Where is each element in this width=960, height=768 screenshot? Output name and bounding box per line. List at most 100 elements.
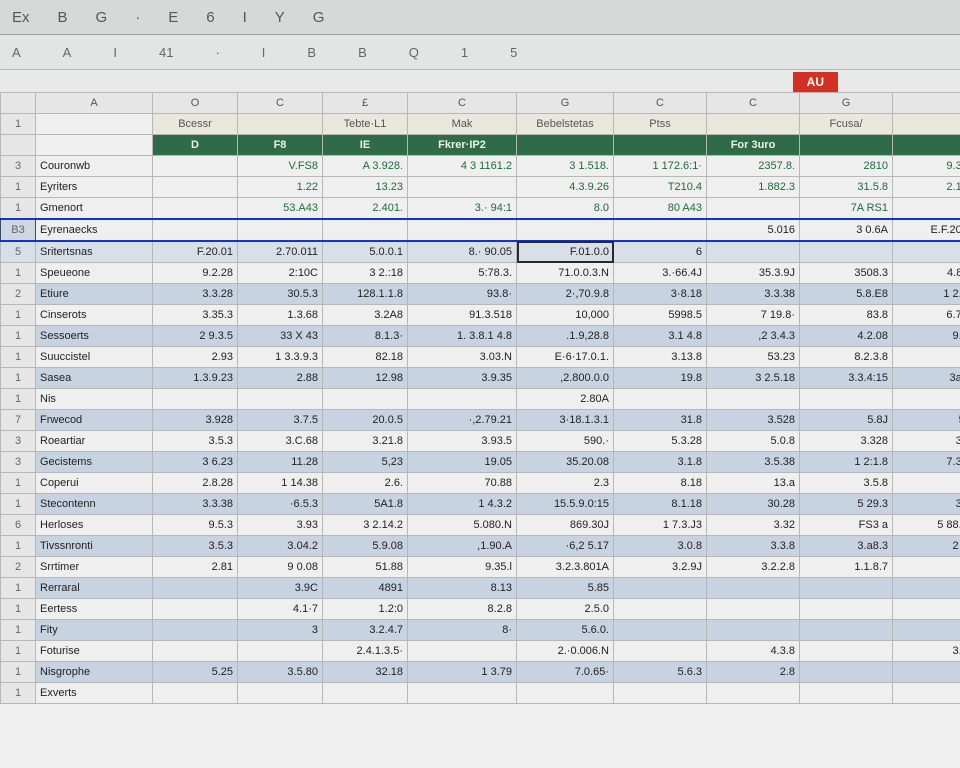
cell[interactable] — [153, 389, 238, 410]
cell[interactable]: 3 — [238, 620, 323, 641]
cell[interactable]: 3.3.38 — [153, 494, 238, 515]
cell[interactable]: 82.18 — [323, 347, 408, 368]
cell[interactable]: 5.080.N — [408, 515, 517, 536]
cell[interactable] — [707, 198, 800, 220]
table-row[interactable]: 1Tivssnronti3.5.33.04.25.9.08,1.90.A·6,2… — [1, 536, 960, 557]
cell[interactable]: 51.88 — [323, 557, 408, 578]
cell[interactable]: 3.5.80 — [238, 662, 323, 683]
cell[interactable] — [153, 641, 238, 662]
cell[interactable] — [408, 389, 517, 410]
cell[interactable] — [800, 241, 893, 263]
secbar-item[interactable]: B — [307, 45, 316, 60]
cell[interactable] — [800, 599, 893, 620]
cell[interactable] — [517, 219, 614, 241]
cell[interactable] — [614, 641, 707, 662]
cell[interactable]: 128.1.1.8 — [323, 284, 408, 305]
row-number[interactable]: 1 — [1, 368, 36, 389]
cell[interactable]: 1 3.3.9.3 — [238, 347, 323, 368]
red-tag[interactable]: AU — [793, 72, 838, 92]
cell[interactable]: 3a8.1 — [893, 368, 960, 389]
cell[interactable]: 6 — [614, 241, 707, 263]
cell[interactable]: 2.81 — [153, 557, 238, 578]
table-row[interactable]: 3Roeartiar3.5.33.C.683.21.83.93.5590.·5.… — [1, 431, 960, 452]
cell[interactable]: 3.528 — [707, 410, 800, 431]
cell[interactable]: 5.0.8 — [707, 431, 800, 452]
row-number[interactable]: 1 — [1, 326, 36, 347]
cell[interactable]: 583 — [893, 410, 960, 431]
row-label[interactable] — [36, 114, 153, 135]
table-row[interactable]: 1Stecontenn3.3.38·6.5.35A1.81 4.3.215.5.… — [1, 494, 960, 515]
cell[interactable]: 2.8 — [707, 662, 800, 683]
cell[interactable]: ·6.5.3 — [238, 494, 323, 515]
row-label[interactable]: Sritertsnas — [36, 241, 153, 263]
column-header[interactable] — [1, 93, 36, 114]
cell[interactable]: 91.3.518 — [408, 305, 517, 326]
cell[interactable] — [153, 578, 238, 599]
secbar-item[interactable]: 1 — [461, 45, 468, 60]
table-row[interactable]: 1Suuccistel2.931 3.3.9.382.183.03.NE·6·1… — [1, 347, 960, 368]
cell[interactable]: 2357.8. — [707, 156, 800, 177]
row-label[interactable]: Herloses — [36, 515, 153, 536]
cell[interactable] — [707, 578, 800, 599]
cell[interactable] — [707, 389, 800, 410]
cell[interactable]: 35.20.08 — [517, 452, 614, 473]
cell[interactable] — [153, 198, 238, 220]
column-header[interactable]: C — [614, 93, 707, 114]
cell[interactable]: 13.a — [707, 473, 800, 494]
cell[interactable]: 1.1.8.7 — [800, 557, 893, 578]
cell[interactable]: D — [153, 135, 238, 156]
cell[interactable]: 3.3.4:15 — [800, 368, 893, 389]
cell[interactable]: A 3.928. — [323, 156, 408, 177]
secbar-item[interactable]: A — [63, 45, 72, 60]
cell[interactable]: 3.3.8 — [707, 536, 800, 557]
cell[interactable]: 2 3.2 — [893, 536, 960, 557]
secbar-item[interactable]: I — [113, 45, 117, 60]
cell[interactable]: 1.2:0 — [323, 599, 408, 620]
cell[interactable]: 3.35.3 — [153, 305, 238, 326]
cell[interactable]: 3 2.:18 — [323, 263, 408, 284]
table-row[interactable]: 1Nis2.80A — [1, 389, 960, 410]
cell[interactable]: 2·,70.9.8 — [517, 284, 614, 305]
table-row[interactable]: 1Cinserots3.35.31.3.683.2A891.3.51810,00… — [1, 305, 960, 326]
table-row[interactable]: DF8IEFkrer·IP2For 3uro — [1, 135, 960, 156]
cell[interactable]: 20 — [893, 662, 960, 683]
cell[interactable]: 3.2.4.7 — [323, 620, 408, 641]
row-number[interactable]: 1 — [1, 599, 36, 620]
secbar-item[interactable]: I — [262, 45, 266, 60]
cell[interactable]: 3.7.5 — [238, 410, 323, 431]
cell[interactable]: 1 2:1.8 — [800, 452, 893, 473]
cell[interactable]: 5.8J — [800, 410, 893, 431]
cell[interactable] — [238, 114, 323, 135]
cell[interactable]: 3.13.8 — [614, 347, 707, 368]
cell[interactable]: 3 2.14.2 — [323, 515, 408, 536]
cell[interactable]: 3.5.8 — [800, 473, 893, 494]
column-header[interactable]: G — [517, 93, 614, 114]
cell[interactable]: 1.22 — [238, 177, 323, 198]
cell[interactable]: 93.8· — [408, 284, 517, 305]
cell[interactable]: 7.3.88 — [893, 452, 960, 473]
cell[interactable]: 30.5.3 — [238, 284, 323, 305]
cell[interactable]: 1 3.79 — [408, 662, 517, 683]
cell[interactable]: 1 2.0.3 — [893, 284, 960, 305]
cell[interactable]: 3.2.9J — [614, 557, 707, 578]
row-number[interactable]: 1 — [1, 114, 36, 135]
cell[interactable]: 5 29.3 — [800, 494, 893, 515]
cell[interactable] — [800, 389, 893, 410]
cell[interactable]: 5998.5 — [614, 305, 707, 326]
cell[interactable]: 3.1.8 — [614, 452, 707, 473]
cell[interactable]: 8.18 — [614, 473, 707, 494]
secbar-item[interactable]: 5 — [510, 45, 517, 60]
cell[interactable]: 9 0.08 — [238, 557, 323, 578]
cell[interactable]: 7 19.8· — [707, 305, 800, 326]
row-number[interactable]: 3 — [1, 156, 36, 177]
table-row[interactable]: 1Speueone9.2.282:10C3 2.:185:78.3.71.0.0… — [1, 263, 960, 284]
cell[interactable] — [800, 683, 893, 704]
table-row[interactable]: 1Eyriters1.2213.234.3.9.26T210.41.882.33… — [1, 177, 960, 198]
row-label[interactable]: Sasea — [36, 368, 153, 389]
cell[interactable]: 2.70.011 — [238, 241, 323, 263]
table-row[interactable]: 1Exverts — [1, 683, 960, 704]
cell[interactable]: 5.3.28 — [614, 431, 707, 452]
cell[interactable]: 71.0.0.3.N — [517, 263, 614, 284]
cell[interactable]: 5 88.1.5 — [893, 515, 960, 536]
cell[interactable] — [893, 683, 960, 704]
